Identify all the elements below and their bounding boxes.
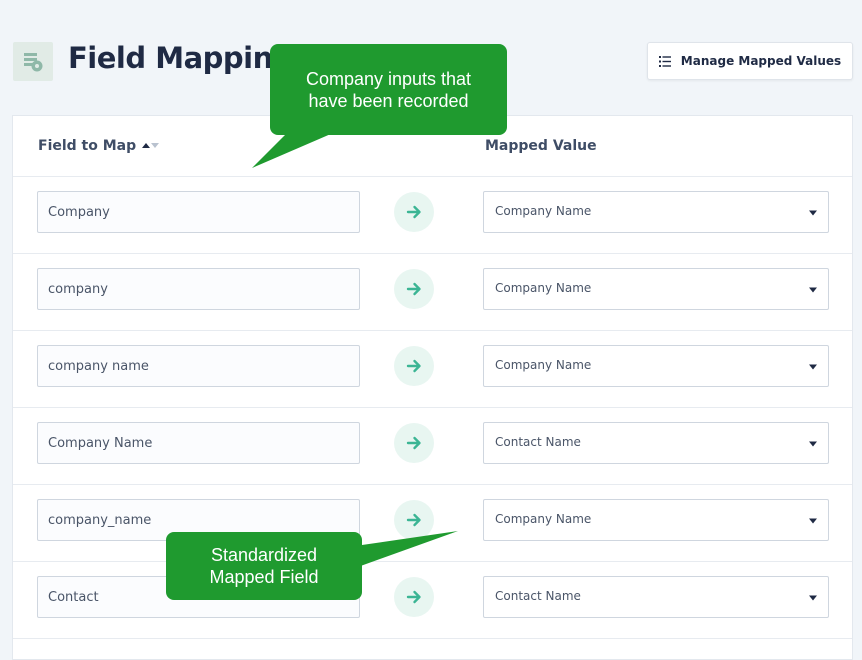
callout-standardized-field-text: Standardized Mapped Field [209, 545, 319, 587]
callout-standardized-field: Standardized Mapped Field [166, 532, 362, 600]
callout-recorded-inputs: Company inputs that have been recorded [270, 44, 507, 135]
callout-recorded-inputs-text: Company inputs that have been recorded [305, 68, 472, 111]
